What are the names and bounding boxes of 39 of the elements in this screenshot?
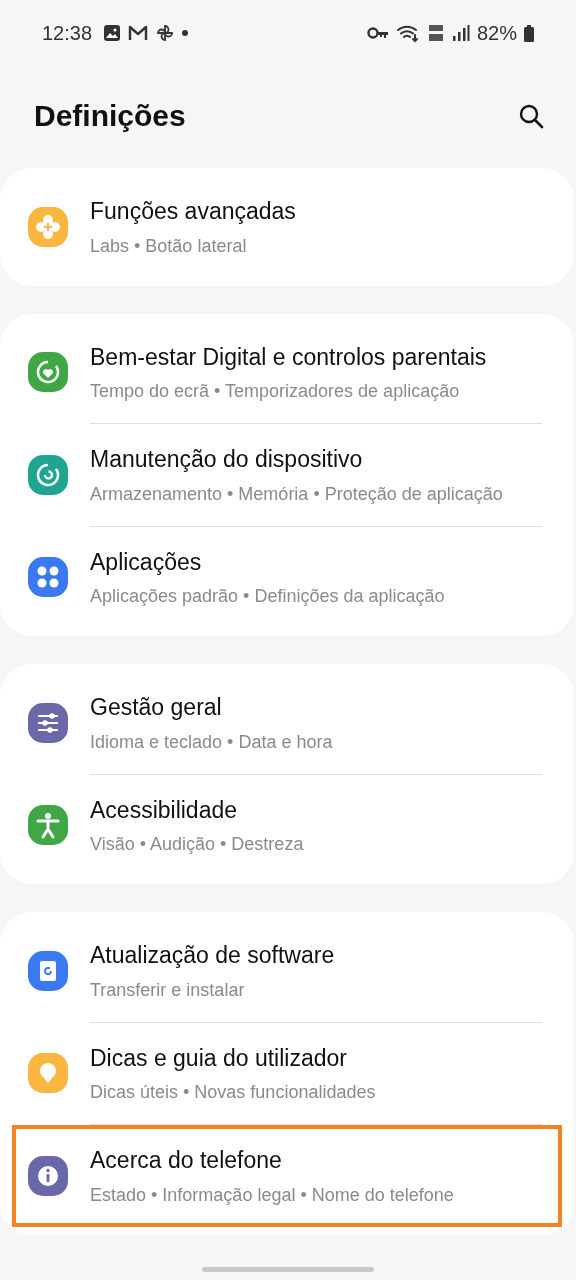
pinwheel-icon	[155, 23, 176, 43]
item-subtitle: Labs • Botão lateral	[90, 234, 248, 258]
image-icon	[103, 24, 122, 42]
item-title: Funções avançadas	[90, 197, 296, 226]
item-subtitle: Tempo do ecrã • Temporizadores de aplicação	[90, 380, 461, 403]
item-subtitle: Dicas úteis • Novas funcionalidades	[90, 1081, 376, 1104]
settings-item[interactable]: Manutenção do dispositivo Armazenamento • Memória • Proteção de aplicação	[0, 424, 562, 526]
item-subtitle: Idioma e teclado • Data e hora	[90, 730, 333, 754]
status-time: 12:38	[42, 21, 93, 45]
item-title: Bem-estar Digital e controlos parentais	[90, 342, 487, 372]
settings-item[interactable]: Bem-estar Digital e controlos parentais Tempo do ecrã • Temporizadores de aplicação	[0, 321, 562, 423]
item-subtitle: Transferir e instalar	[90, 978, 246, 1002]
battery-percent: 82%	[476, 21, 517, 45]
item-title: Acessibilidade	[90, 795, 239, 825]
settings-item[interactable]: Acessibilidade Visão • Audição • Destreza	[0, 774, 562, 876]
item-title: Dicas e guia do utilizador	[90, 1043, 348, 1073]
item-title: Acerca do telefone	[90, 1146, 283, 1175]
item-subtitle: Armazenamento • Memória • Proteção de aplicação	[90, 482, 503, 506]
item-subtitle: Aplicações padrão • Definições da aplicação	[90, 585, 445, 608]
settings-item[interactable]: Acerca do telefone Estado • Informação legal • Nome do telefone	[12, 1125, 562, 1227]
battery-icon	[524, 24, 534, 42]
item-subtitle: Visão • Audição • Destreza	[90, 833, 304, 856]
settings-item[interactable]: Dicas e guia do utilizador Dicas úteis • Novas funcionalidades	[0, 1022, 562, 1124]
search-icon[interactable]	[518, 103, 544, 129]
settings-item[interactable]: Atualização de software Transferir e instalar	[0, 920, 562, 1022]
mail-icon	[128, 24, 149, 42]
settings-item[interactable]: Gestão geral Idioma e teclado • Data e hora	[0, 672, 562, 774]
item-title: Gestão geral	[90, 693, 223, 722]
key-icon	[366, 27, 389, 39]
settings-item[interactable]: Aplicações Aplicações padrão • Definições da aplicação	[0, 526, 562, 628]
item-subtitle: Estado • Informação legal • Nome do telefone	[90, 1183, 454, 1207]
settings-item[interactable]: Funções avançadas Labs • Botão lateral	[0, 176, 562, 278]
item-title: Aplicações	[90, 547, 203, 577]
item-title: Atualização de software	[90, 941, 335, 970]
dot-icon	[182, 30, 189, 36]
wifi-icon	[395, 23, 420, 43]
item-title: Manutenção do dispositivo	[90, 445, 364, 474]
signal-icon	[451, 24, 470, 42]
page-title: Definições	[34, 99, 186, 133]
